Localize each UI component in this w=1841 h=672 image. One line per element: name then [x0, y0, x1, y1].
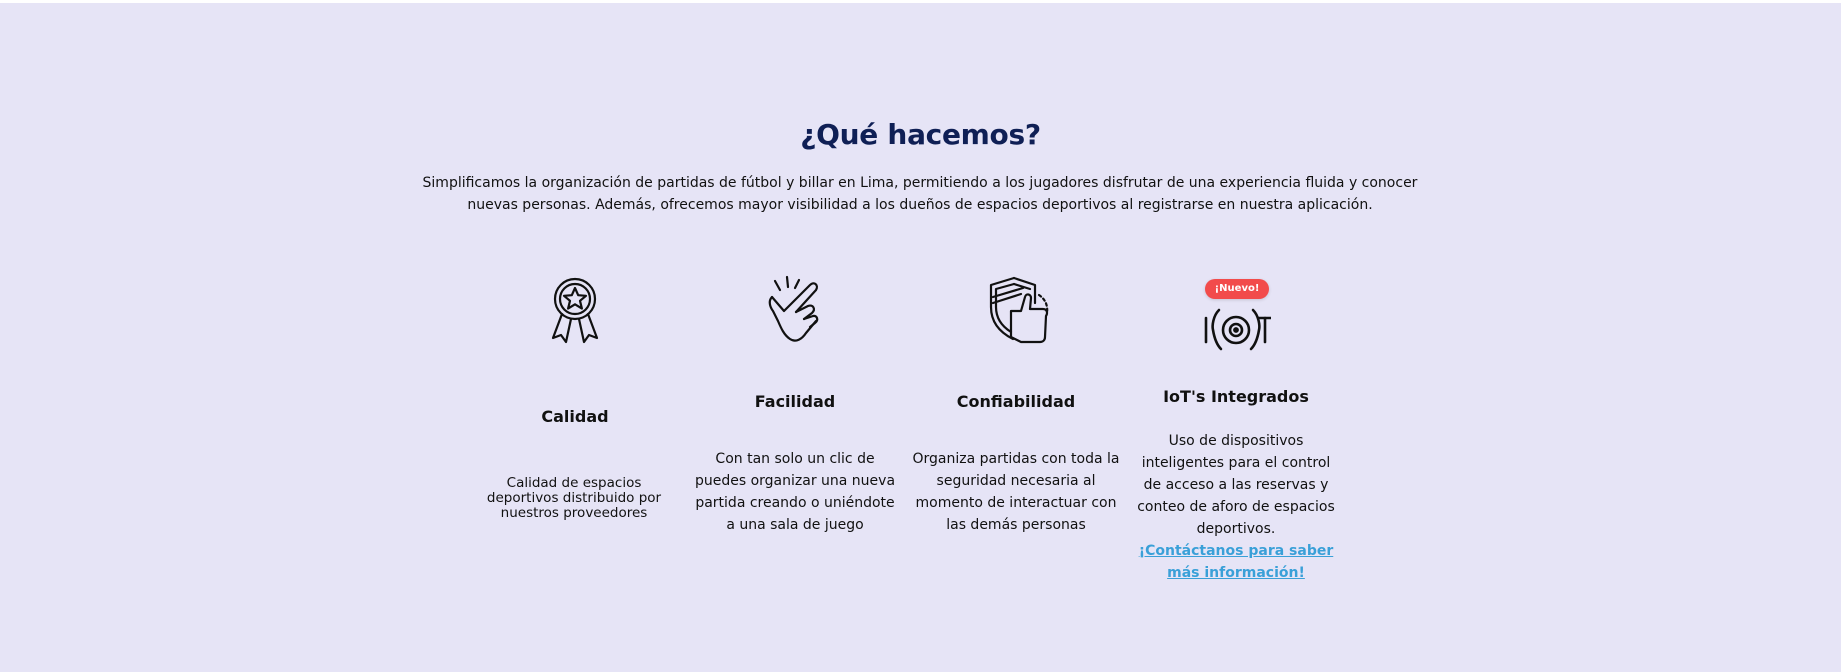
- shield-thumbs-up-icon: [981, 275, 1051, 345]
- feature-description-iot-block: Uso de dispositivos inteligentes para el…: [1131, 430, 1341, 584]
- section-title: ¿Qué hacemos?: [800, 118, 1041, 151]
- feature-title-iot: IoT's Integrados: [1163, 387, 1309, 406]
- section-intro: Simplificamos la organización de partida…: [422, 175, 1418, 213]
- award-ribbon-icon: [540, 275, 610, 345]
- contact-link[interactable]: ¡Contáctanos para saber más información!: [1139, 543, 1334, 581]
- feature-description-confiabilidad: Organiza partidas con toda la seguridad …: [912, 451, 1120, 533]
- feature-description-facilidad: Con tan solo un clic de puedes organizar…: [694, 451, 896, 533]
- feature-description-iot: Uso de dispositivos inteligentes para el…: [1137, 433, 1335, 537]
- feature-title-calidad: Calidad: [541, 407, 609, 426]
- iot-icon: [1201, 296, 1271, 366]
- feature-title-confiabilidad: Confiabilidad: [956, 392, 1076, 411]
- finger-snap-icon: [760, 275, 830, 345]
- what-we-do-section: [0, 3, 1841, 672]
- feature-description-calidad: Calidad de espacios deportivos distribui…: [486, 475, 662, 521]
- feature-title-facilidad: Facilidad: [754, 392, 836, 411]
